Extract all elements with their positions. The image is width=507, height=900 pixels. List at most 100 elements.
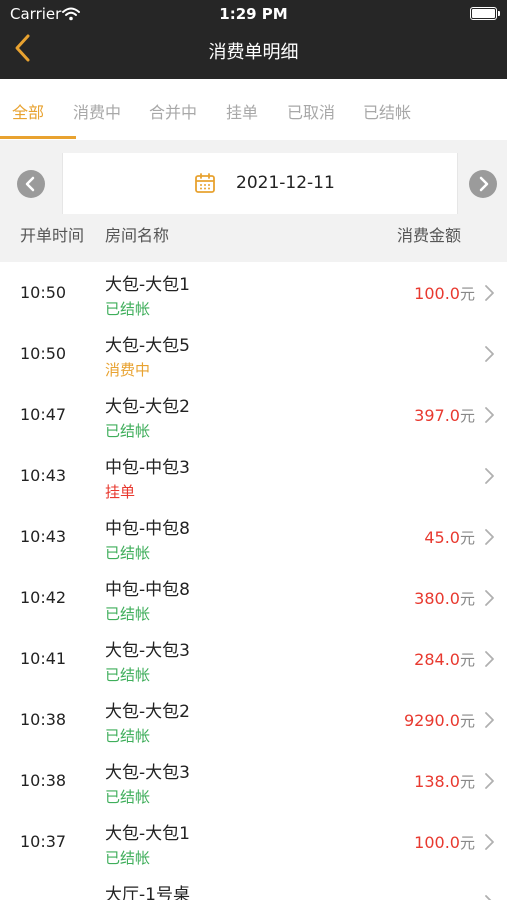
amount-value: 284.0 [414, 650, 460, 669]
amount: 380.0元 [414, 588, 475, 609]
table-row[interactable]: 10:50 大包-大包5 消费中 [0, 323, 507, 384]
amount-value: 100.0 [414, 833, 460, 852]
open-time: 10:38 [20, 710, 67, 729]
tab-on-hold[interactable]: 挂单 [226, 99, 258, 123]
table-row[interactable]: 大厅-1号桌 [0, 872, 507, 900]
chevron-right-icon [483, 466, 497, 490]
status-label: 消费中 [105, 361, 151, 379]
column-time: 开单时间 [20, 226, 85, 245]
table-row[interactable]: 10:41 大包-大包3 已结帐 284.0元 [0, 628, 507, 689]
status-label: 已结帐 [105, 544, 151, 562]
next-date-button[interactable] [457, 153, 507, 214]
room-name: 大包-大包1 [105, 824, 190, 844]
amount: 138.0元 [414, 771, 475, 792]
chevron-right-icon [483, 649, 497, 673]
chevron-right-icon [483, 344, 497, 368]
table-row[interactable]: 10:43 中包-中包8 已结帐 45.0元 [0, 506, 507, 567]
navigation-bar: Carrier 1:29 PM 消费单明细 [0, 0, 507, 79]
open-time: 10:43 [20, 527, 67, 546]
chevron-left-icon [17, 170, 45, 198]
room-name: 大包-大包5 [105, 336, 190, 356]
open-time: 10:50 [20, 283, 67, 302]
room-name: 中包-中包3 [105, 458, 190, 478]
tab-in-progress[interactable]: 消费中 [73, 99, 121, 123]
open-time: 10:43 [20, 466, 67, 485]
room-name: 中包-中包8 [105, 580, 190, 600]
amount-unit: 元 [459, 285, 475, 303]
selected-date[interactable]: 2021-12-11 [236, 173, 335, 193]
table-row[interactable]: 10:50 大包-大包1 已结帐 100.0元 [0, 262, 507, 323]
status-label: 已结帐 [105, 727, 151, 745]
amount: 45.0元 [424, 527, 475, 548]
amount-value: 100.0 [414, 284, 460, 303]
active-tab-indicator [0, 136, 76, 139]
table-row[interactable]: 10:38 大包-大包2 已结帐 9290.0元 [0, 689, 507, 750]
status-bar: Carrier 1:29 PM [0, 0, 507, 30]
open-time: 10:41 [20, 649, 67, 668]
room-name: 大厅-1号桌 [105, 885, 190, 900]
amount-unit: 元 [459, 773, 475, 791]
room-name: 大包-大包2 [105, 702, 190, 722]
chevron-right-icon [483, 405, 497, 429]
room-name: 大包-大包2 [105, 397, 190, 417]
chevron-right-icon [483, 527, 497, 551]
amount-unit: 元 [459, 590, 475, 608]
tab-cancelled[interactable]: 已取消 [287, 99, 335, 123]
chevron-right-icon [483, 832, 497, 856]
amount-value: 397.0 [414, 406, 460, 425]
amount-unit: 元 [459, 529, 475, 547]
column-amount: 消费金额 [397, 226, 462, 245]
amount-value: 380.0 [414, 589, 460, 608]
open-time: 10:38 [20, 771, 67, 790]
amount: 397.0元 [414, 405, 475, 426]
amount-value: 138.0 [414, 772, 460, 791]
amount-unit: 元 [459, 834, 475, 852]
table-row[interactable]: 10:47 大包-大包2 已结帐 397.0元 [0, 384, 507, 445]
amount: 100.0元 [414, 832, 475, 853]
amount-value: 45.0 [424, 528, 460, 547]
room-name: 大包-大包3 [105, 641, 190, 661]
status-label: 已结帐 [105, 422, 151, 440]
table-row[interactable]: 10:38 大包-大包3 已结帐 138.0元 [0, 750, 507, 811]
chevron-right-icon [483, 771, 497, 795]
battery-icon [470, 7, 500, 20]
previous-date-button[interactable] [0, 153, 63, 214]
table-row[interactable]: 10:42 中包-中包8 已结帐 380.0元 [0, 567, 507, 628]
chevron-right-icon [483, 283, 497, 307]
chevron-right-icon [483, 588, 497, 612]
status-label: 已结帐 [105, 788, 151, 806]
amount-unit: 元 [459, 651, 475, 669]
amount-unit: 元 [459, 712, 475, 730]
status-label: 已结帐 [105, 849, 151, 867]
amount: 284.0元 [414, 649, 475, 670]
filter-tabs: 全部 消费中 合并中 挂单 已取消 已结帐 [0, 79, 507, 140]
status-label: 已结帐 [105, 666, 151, 684]
status-label: 已结帐 [105, 300, 151, 318]
status-label: 挂单 [105, 483, 136, 501]
open-time: 10:50 [20, 344, 67, 363]
room-name: 大包-大包1 [105, 275, 190, 295]
page-title: 消费单明细 [208, 42, 299, 63]
chevron-right-icon [483, 893, 497, 900]
open-time: 10:47 [20, 405, 67, 424]
amount: 9290.0元 [404, 710, 475, 731]
order-list: 10:50 大包-大包1 已结帐 100.0元 10:50 大包-大包5 消费中 10:47 大… [0, 262, 507, 900]
table-row[interactable]: 10:43 中包-中包3 挂单 [0, 445, 507, 506]
chevron-right-icon [469, 170, 497, 198]
tab-merging[interactable]: 合并中 [149, 99, 197, 123]
column-room: 房间名称 [105, 226, 170, 245]
room-name: 大包-大包3 [105, 763, 190, 783]
column-header: 开单时间 房间名称 消费金额 [0, 214, 507, 250]
tab-all[interactable]: 全部 [12, 99, 44, 123]
chevron-right-icon [483, 710, 497, 734]
table-row[interactable]: 10:37 大包-大包1 已结帐 100.0元 [0, 811, 507, 872]
calendar-icon[interactable] [194, 172, 216, 198]
room-name: 中包-中包8 [105, 519, 190, 539]
amount-unit: 元 [459, 407, 475, 425]
status-time: 1:29 PM [219, 5, 288, 23]
amount-value: 9290.0 [404, 711, 460, 730]
tab-paid[interactable]: 已结帐 [363, 99, 411, 123]
date-selector: 2021-12-11 [0, 153, 507, 214]
open-time: 10:42 [20, 588, 67, 607]
open-time: 10:37 [20, 832, 67, 851]
